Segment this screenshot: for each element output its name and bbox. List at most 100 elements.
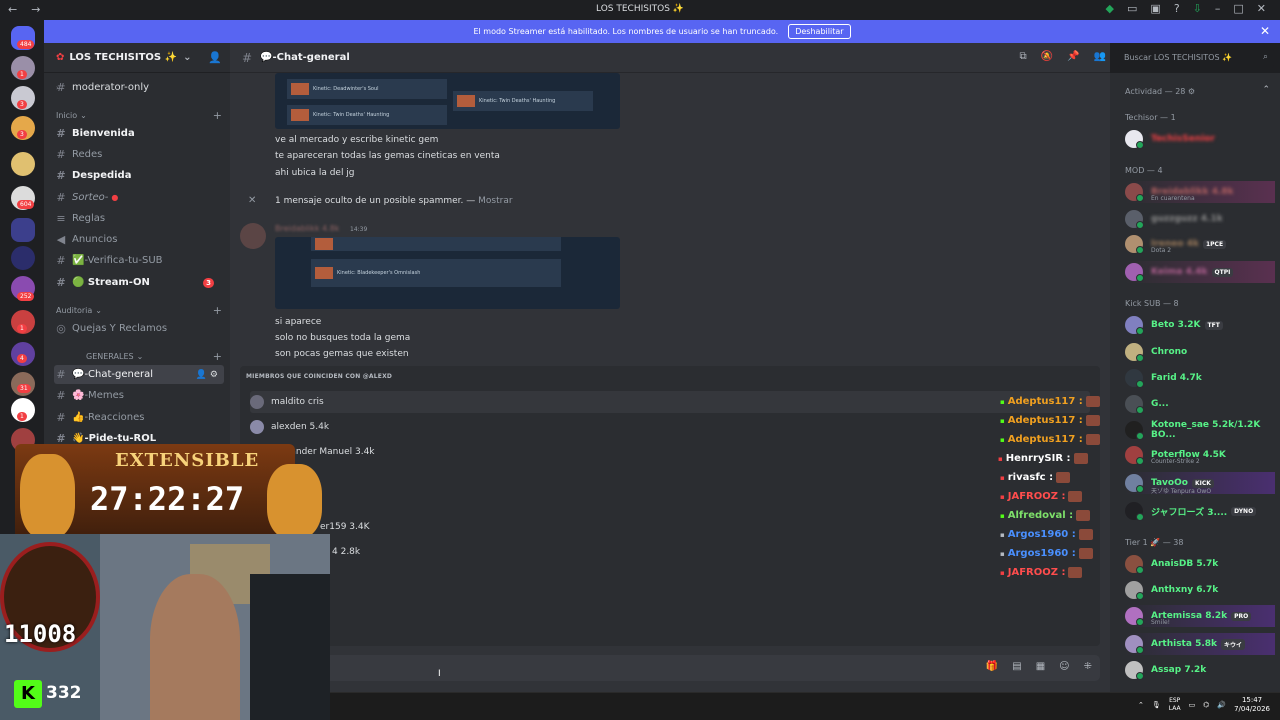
chevron-up-icon[interactable]: ⌃ — [1262, 85, 1270, 95]
channel-moderator-only[interactable]: › # moderator-only — [54, 78, 224, 97]
image-attachment-market-2[interactable]: Kinetic: Bladekeeper's Omnislash — [275, 237, 620, 309]
guild-header[interactable]: ✿ LOS TECHISITOS ✨ ⌄ 👤 — [44, 43, 230, 73]
autocomplete-item[interactable]: maldito cris — [250, 391, 1090, 413]
volume-icon[interactable]: 🔊 — [1217, 701, 1226, 709]
channel-settings-icon[interactable]: 👤 ⚙ — [196, 370, 218, 380]
show-link[interactable]: Mostrar — [478, 196, 512, 206]
mute-bell-icon[interactable]: 🔕 — [1041, 51, 1053, 62]
language-indicator[interactable]: ESP LAA — [1169, 697, 1181, 713]
member-item[interactable]: Ireneo 4k 1PCE Dota 2 — [1125, 233, 1275, 255]
apps-icon[interactable]: ⁜ — [1084, 661, 1092, 672]
gem-thumbnail — [291, 83, 309, 95]
gift-icon[interactable]: 🎁 — [986, 661, 998, 672]
disable-button[interactable]: Deshabilitar — [788, 24, 851, 39]
guild-name: LOS TECHISITOS ✨ — [69, 52, 178, 63]
category-inicio[interactable]: Inicio ⌄ + — [56, 109, 222, 122]
channel-memes[interactable]: # 🌸-Memes — [54, 386, 224, 405]
member-item[interactable]: guzzguzz 4.1k — [1125, 208, 1275, 230]
minimize-icon[interactable]: – — [1215, 2, 1221, 15]
overlay-username: Alfredoval : — [1007, 510, 1074, 521]
network-icon[interactable]: ⌬ — [1203, 701, 1209, 709]
message-author[interactable]: Breidablikk 4.8k — [275, 224, 339, 233]
member-item[interactable]: AnaisDB 5.7k — [1125, 553, 1275, 575]
sticker-icon[interactable]: ▦ — [1036, 661, 1045, 672]
member-item[interactable]: Poterflow 4.5K Counter-Strike 2 — [1125, 444, 1275, 466]
member-item[interactable]: G... — [1125, 393, 1275, 415]
member-item[interactable]: Farid 4.7k — [1125, 367, 1275, 389]
member-item[interactable]: Assap 7.2k — [1125, 659, 1275, 681]
channel-anuncios[interactable]: ◀ Anuncios — [54, 230, 224, 249]
microphone-icon[interactable]: 🎙 — [1152, 701, 1161, 709]
screen-icon[interactable]: ▭ — [1127, 2, 1137, 15]
channel-verifica[interactable]: # ✅-Verifica-tu-SUB — [54, 251, 224, 270]
message-composer[interactable]: 🎁 ▤ ▦ ☺ ⁜ — [240, 655, 1100, 681]
member-item[interactable]: TechisSenior — [1125, 128, 1275, 150]
download-icon[interactable]: ⇩ — [1193, 2, 1202, 15]
gem-thumbnail — [457, 95, 475, 107]
add-channel-icon[interactable]: + — [213, 350, 222, 363]
member-item[interactable]: ジャフローズ 3.... DYNO — [1125, 500, 1275, 522]
member-name: Assap 7.2k — [1151, 665, 1207, 675]
search-icon: ⌕ — [1262, 52, 1268, 62]
members-icon[interactable]: 👥 — [1094, 51, 1106, 62]
avatar[interactable] — [240, 223, 266, 249]
spam-notice-text: 1 mensaje oculto de un posible spammer. … — [275, 196, 476, 206]
channel-sorteo[interactable]: # Sorteo- ● — [54, 188, 224, 207]
channel-despedida[interactable]: # Despedida — [54, 166, 224, 185]
autocomplete-item[interactable]: alexden 5.4k — [250, 416, 1090, 438]
channel-reglas[interactable]: ≡ Reglas — [54, 209, 224, 228]
channel-redes[interactable]: # Redes — [54, 145, 224, 164]
member-item[interactable]: Anthxny 6.7k — [1125, 579, 1275, 601]
member-item[interactable]: Artemissa 8.2k PRO Smile! — [1125, 605, 1275, 627]
autocomplete-item[interactable]: 4 2.8k — [250, 541, 1090, 563]
member-item[interactable]: Keima 4.4k QTPI — [1125, 261, 1275, 283]
chevron-up-icon[interactable]: ⌃ — [1138, 701, 1144, 709]
inbox-icon[interactable]: ▣ — [1150, 2, 1160, 15]
server-badge: 604 — [17, 200, 35, 209]
youtube-badge-icon: ▪ — [1000, 492, 1005, 501]
member-item[interactable]: Beto 3.2K TFT — [1125, 314, 1275, 336]
close-banner-icon[interactable]: ✕ — [1260, 24, 1270, 38]
channel-chat-general[interactable]: # 💬-Chat-general 👤 ⚙ — [54, 365, 224, 384]
help-icon[interactable]: ? — [1174, 2, 1180, 15]
member-item[interactable]: Breidablikk 4.8k En cuarentena — [1125, 181, 1275, 203]
channel-quejas[interactable]: ◎ Quejas Y Reclamos — [54, 319, 224, 338]
server-icon[interactable] — [11, 246, 35, 270]
kick-badge-icon: ▪ — [1000, 416, 1005, 425]
add-channel-icon[interactable]: + — [213, 304, 222, 317]
emoji-icon[interactable]: ☺ — [1059, 661, 1069, 672]
category-generales[interactable]: GENERALES ⌄ + — [56, 350, 222, 363]
autocomplete-item[interactable]: er159 3.4K — [250, 516, 1090, 538]
channel-reacciones[interactable]: # 👍-Reacciones — [54, 408, 224, 427]
gif-icon[interactable]: ▤ — [1012, 661, 1021, 672]
category-auditoria[interactable]: Auditoria ⌄ + — [56, 304, 222, 317]
threads-icon[interactable]: ⧉ — [1020, 51, 1027, 62]
member-item[interactable]: Chrono — [1125, 341, 1275, 363]
maximize-icon[interactable]: □ — [1233, 2, 1243, 15]
member-item[interactable]: TavoOo KICK 天ゾゆ Tenpura OwO — [1125, 472, 1275, 495]
channel-bienvenida[interactable]: # Bienvenida — [54, 124, 224, 143]
pin-icon[interactable]: 📌 — [1067, 51, 1079, 62]
search-input[interactable]: Buscar LOS TECHISITOS ✨ ⌕ — [1118, 48, 1274, 68]
clock[interactable]: 15:47 7/04/2026 — [1234, 696, 1270, 714]
nitro-icon[interactable]: ◆ — [1106, 2, 1114, 15]
autocomplete-title: MIEMBROS QUE COINCIDEN CON @ALEXD — [246, 373, 393, 380]
dismiss-icon[interactable]: ✕ — [248, 195, 256, 206]
system-tray: ⌃ 🎙 ESP LAA ▭ ⌬ 🔊 15:47 7/04/2026 — [1138, 696, 1270, 714]
search-placeholder: Buscar LOS TECHISITOS ✨ — [1124, 53, 1233, 62]
server-icon[interactable] — [11, 152, 35, 176]
add-channel-icon[interactable]: + — [213, 109, 222, 122]
image-attachment-market-1[interactable]: Kinetic: Deadwinter's Soul Kinetic: Twin… — [275, 73, 620, 129]
display-icon[interactable]: ▭ — [1189, 701, 1196, 709]
member-item[interactable]: Arthista 5.8k キウイ — [1125, 633, 1275, 655]
category-label: GENERALES — [86, 352, 134, 361]
channel-stream-on[interactable]: # 🟢 Stream-ON 3 — [54, 273, 224, 292]
invite-icon[interactable]: 👤 — [208, 51, 222, 64]
close-window-icon[interactable]: ✕ — [1257, 2, 1266, 15]
server-icon[interactable] — [11, 218, 35, 242]
member-item[interactable]: Kotone_sae 5.2k/1.2K BO... — [1125, 419, 1275, 441]
autocomplete-item[interactable]: Alexander Manuel 3.4k — [250, 441, 1090, 463]
embed-row-label: Kinetic: Deadwinter's Soul — [313, 86, 379, 92]
member-name: Anthxny 6.7k — [1151, 585, 1219, 595]
gear-icon[interactable]: ⚙ — [1188, 87, 1195, 96]
